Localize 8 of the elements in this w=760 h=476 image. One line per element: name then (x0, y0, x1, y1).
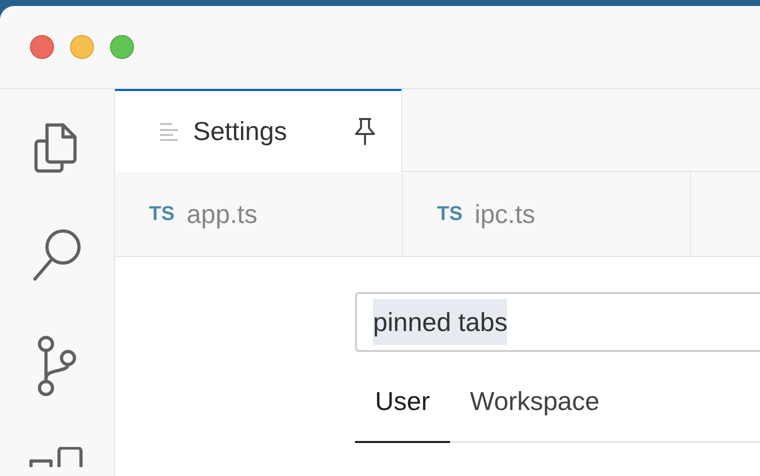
close-window-button[interactable] (30, 35, 54, 59)
scope-tab[interactable]: Workspace (450, 382, 620, 443)
search-field[interactable]: pinned tabs (355, 292, 760, 352)
pin-icon[interactable] (353, 116, 377, 146)
scope-tab[interactable]: User (355, 382, 450, 443)
settings-file-icon (159, 122, 179, 142)
maximize-window-button[interactable] (110, 35, 134, 59)
editor-tab[interactable]: Settings (115, 89, 402, 172)
